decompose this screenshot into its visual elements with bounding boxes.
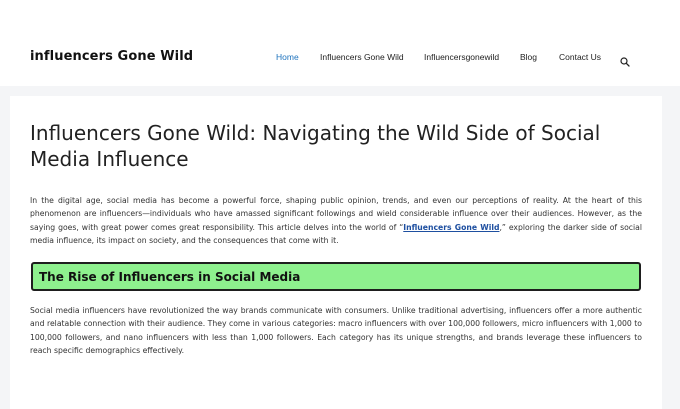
nav-item-contact-us[interactable]: Contact Us [559,52,601,62]
nav-item-home[interactable]: Home [276,52,299,62]
section-heading: The Rise of Influencers in Social Media [39,270,301,284]
nav-item-influencers-gone-wild[interactable]: Influencers Gone Wild [320,52,404,62]
nav-item-influencersgonewild[interactable]: Influencersgonewild [424,52,499,62]
influencers-gone-wild-link[interactable]: Influencers Gone Wild [403,223,499,232]
search-icon[interactable] [620,52,630,71]
nav-item-blog[interactable]: Blog [520,52,537,62]
page-title: Influencers Gone Wild: Navigating the Wi… [30,121,601,171]
main-nav: Home Influencers Gone Wild Influencersgo… [0,52,680,66]
article-content: Influencers Gone Wild: Navigating the Wi… [10,96,662,409]
section-paragraph: Social media influencers have revolution… [30,306,642,355]
intro-paragraph: In the digital age, social media has bec… [30,194,642,247]
site-header: influencers Gone Wild Home Influencers G… [0,0,680,86]
section-heading-box: The Rise of Influencers in Social Media [31,262,641,291]
